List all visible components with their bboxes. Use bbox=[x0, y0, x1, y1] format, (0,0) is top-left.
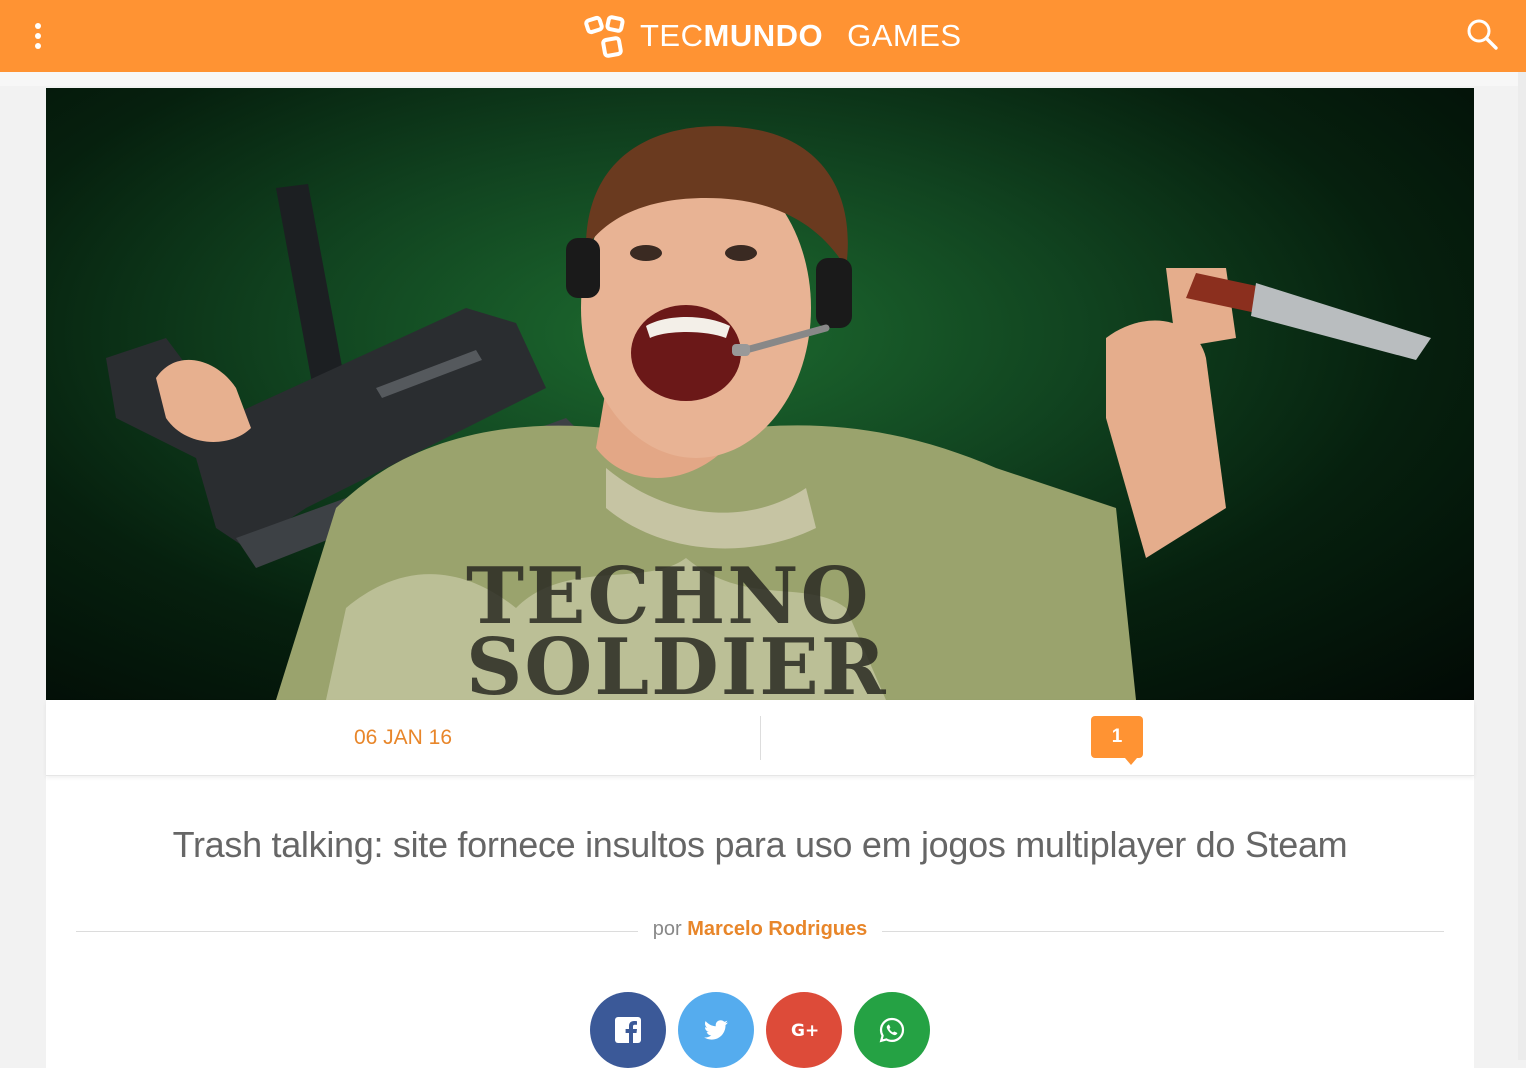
share-facebook-button[interactable] bbox=[590, 992, 666, 1068]
header-shadow-strip bbox=[0, 72, 1526, 86]
arm-shape bbox=[1106, 320, 1226, 558]
publish-date: 06 JAN 16 bbox=[353, 726, 453, 749]
search-icon[interactable] bbox=[1464, 16, 1500, 52]
meta-divider bbox=[760, 716, 761, 760]
byline: por Marcelo Rodrigues bbox=[76, 918, 1444, 941]
site-logo[interactable]: TECMUNDO GAMES bbox=[584, 10, 962, 62]
hero-illustration: TECHNO SOLDIER bbox=[106, 126, 1431, 700]
knife-blade-shape bbox=[1251, 283, 1431, 360]
headset-left-shape bbox=[566, 238, 600, 298]
section-name: GAMES bbox=[847, 18, 962, 53]
share-google-plus-button[interactable]: G+ bbox=[766, 992, 842, 1068]
article-title: Trash talking: site fornece insultos par… bbox=[172, 824, 1348, 865]
kebab-menu-icon[interactable] bbox=[24, 16, 52, 56]
shirt-text-line2: SOLDIER bbox=[466, 622, 888, 700]
svg-text:G+: G+ bbox=[791, 1021, 818, 1041]
comment-count-badge[interactable]: 1 bbox=[1091, 716, 1143, 765]
twitter-icon bbox=[704, 1020, 728, 1040]
share-buttons: G+ bbox=[590, 992, 930, 1068]
byline-prefix: por bbox=[652, 918, 682, 940]
brand-wordmark: TECMUNDO bbox=[640, 18, 824, 53]
google-plus-icon: G+ bbox=[791, 1021, 818, 1041]
page-scrollbar[interactable] bbox=[1518, 72, 1526, 1060]
article-hero-image: TECHNO SOLDIER bbox=[46, 88, 1474, 700]
author-link[interactable]: Marcelo Rodrigues bbox=[687, 918, 867, 940]
share-whatsapp-button[interactable] bbox=[854, 992, 930, 1068]
byline-row: por Marcelo Rodrigues bbox=[76, 918, 1444, 946]
headset-right-shape bbox=[816, 258, 852, 328]
tecmundo-logo-icon bbox=[584, 15, 625, 58]
top-navigation-bar: TECMUNDO GAMES bbox=[0, 0, 1526, 72]
article-meta-bar: 06 JAN 16 1 bbox=[46, 700, 1474, 776]
article-card: TECHNO SOLDIER 06 JAN 16 1 Trash talking… bbox=[46, 88, 1474, 1068]
share-twitter-button[interactable] bbox=[678, 992, 754, 1068]
facebook-icon bbox=[615, 1017, 641, 1043]
whatsapp-icon bbox=[879, 1017, 905, 1043]
